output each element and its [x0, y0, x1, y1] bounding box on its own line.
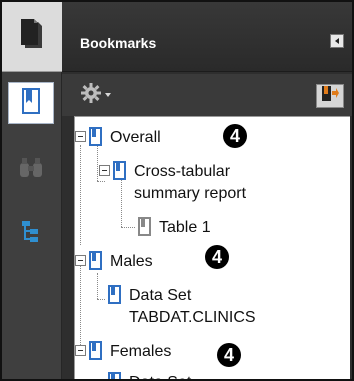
binoculars-icon [18, 157, 44, 184]
bookmark-icon [88, 251, 104, 276]
rail-top [2, 2, 62, 72]
bookmark-label: Overall [110, 129, 161, 146]
bookmark-data-set-clinics[interactable]: Data Set TABDAT.CLINICS [107, 285, 347, 329]
bookmark-icon [112, 161, 128, 186]
bookmark-females[interactable]: Females [75, 341, 171, 366]
bookmark-label: Data Set [129, 372, 191, 379]
pages-icon [19, 18, 43, 55]
tree-connector [97, 273, 98, 299]
bookmark-label: Cross-tabular summary report [134, 163, 247, 202]
bookmark-label: Males [110, 253, 153, 270]
collapse-toggle[interactable] [75, 345, 86, 356]
callout-badge: 4 [205, 245, 229, 269]
bookmark-table-1[interactable]: Table 1 [137, 217, 211, 242]
bookmark-tree: Overall 4 Cross-tabular summary report T… [74, 116, 350, 379]
bookmark-page-icon [137, 217, 153, 242]
chevron-left-icon [335, 38, 339, 44]
bookmark-cross-tabular[interactable]: Cross-tabular summary report [99, 161, 319, 205]
bookmark-icon [107, 285, 123, 310]
tree-connector [97, 299, 105, 300]
tree-connector [80, 265, 81, 351]
collapse-toggle[interactable] [99, 165, 110, 176]
panel-title: Bookmarks [80, 35, 157, 51]
bookmark-data-set-females[interactable]: Data Set [107, 372, 191, 379]
chevron-down-icon [105, 93, 111, 97]
search-button[interactable] [10, 149, 52, 191]
bookmark-overall[interactable]: Overall [75, 127, 161, 152]
collapse-toggle[interactable] [75, 255, 86, 266]
pages-button[interactable] [10, 15, 52, 57]
bookmark-icon [88, 341, 104, 366]
structure-button[interactable] [10, 212, 52, 254]
tree-connector [80, 145, 81, 245]
bookmark-label: Females [110, 343, 172, 360]
expand-bookmark-button[interactable] [316, 84, 344, 108]
panel-header: Bookmarks [62, 2, 352, 72]
gear-icon [80, 82, 102, 109]
bookmarks-panel: Bookmarks Overall 4 Cross-tabular summar… [62, 2, 352, 379]
tree-connector [121, 227, 135, 228]
callout-badge: 4 [217, 343, 241, 367]
bookmark-label: Data Set TABDAT.CLINICS [129, 287, 256, 326]
collapse-panel-button[interactable] [330, 34, 344, 48]
bookmark-icon [88, 127, 104, 152]
bookmark-males[interactable]: Males [75, 251, 153, 276]
bookmark-label: Table 1 [159, 219, 211, 236]
callout-badge: 4 [223, 124, 247, 148]
collapse-toggle[interactable] [75, 131, 86, 142]
expand-bookmark-icon [320, 85, 340, 108]
tree-structure-icon [20, 219, 42, 248]
options-menu-button[interactable] [80, 82, 114, 109]
navigation-rail [2, 2, 62, 379]
bookmarks-window: Bookmarks Overall 4 Cross-tabular summar… [0, 0, 354, 381]
bookmark-icon [107, 372, 123, 379]
bookmarks-button[interactable] [8, 82, 54, 124]
bookmarks-icon [20, 87, 42, 120]
bookmarks-toolbar [62, 74, 352, 116]
